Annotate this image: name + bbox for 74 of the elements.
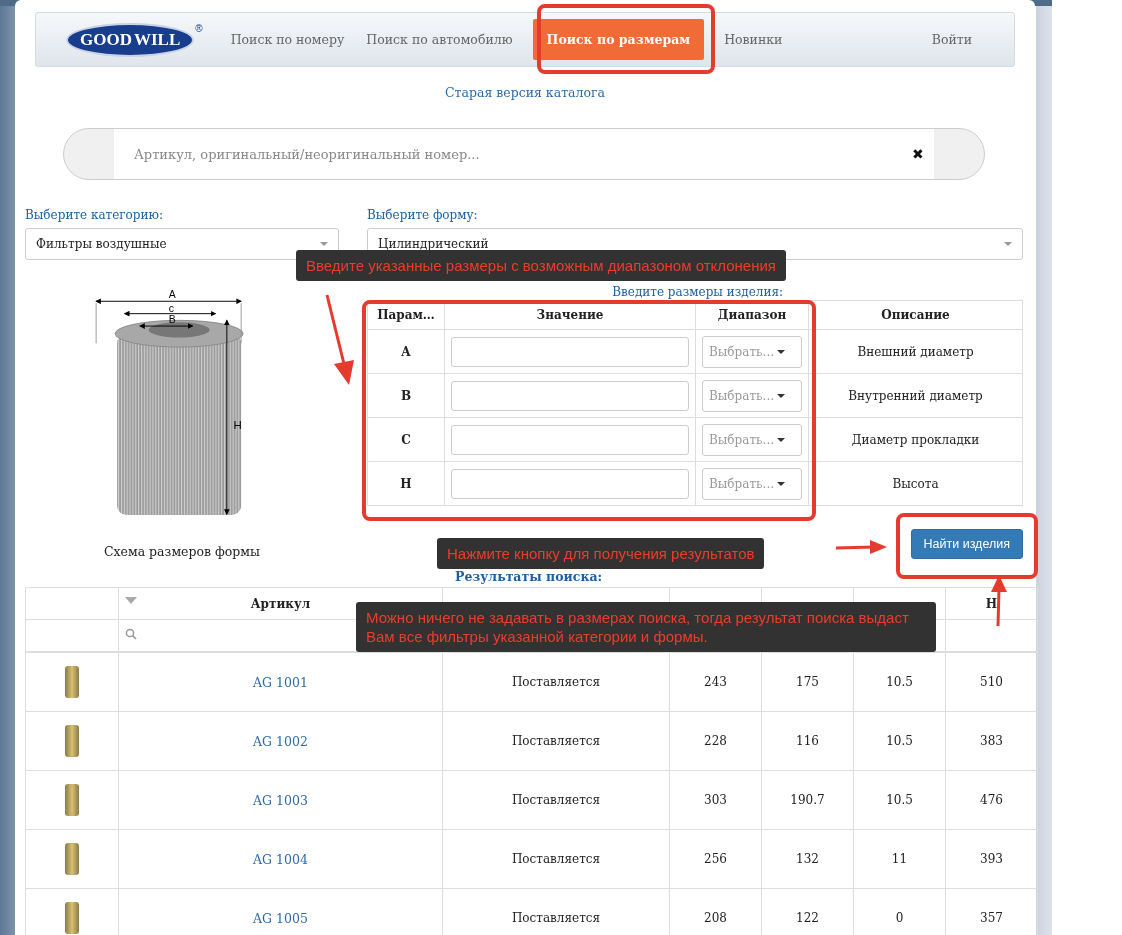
param-cell: A bbox=[367, 329, 445, 374]
registered-mark: ® bbox=[195, 22, 203, 34]
product-photo bbox=[65, 784, 79, 816]
section-label: Введите размеры изделия: bbox=[612, 285, 783, 299]
annotation-tooltip: Введите указанные размеры с возможным диапазоном отклонения bbox=[296, 250, 786, 281]
nav-link[interactable]: Поиск по размерам bbox=[532, 19, 705, 60]
range-dropdown[interactable]: Выбрать... bbox=[702, 379, 802, 412]
table-cell: 510 bbox=[945, 652, 1038, 712]
caret-icon bbox=[777, 437, 786, 442]
table-cell: 228 bbox=[669, 711, 762, 771]
product-photo bbox=[65, 725, 79, 757]
annotation-tooltip: Можно ничего не задавать в размерах поиска, тогда результат поиска выдаст Вам все фильтры указанной категории и формы. bbox=[356, 602, 936, 652]
range-dropdown[interactable]: Выбрать... bbox=[702, 423, 802, 456]
old-catalog-link[interactable]: Старая версия каталога bbox=[445, 85, 605, 100]
value-input[interactable] bbox=[451, 424, 689, 455]
nav-link[interactable]: Новинки bbox=[716, 19, 791, 60]
login-link[interactable]: Войти bbox=[923, 19, 980, 60]
field-label: Выберите форму: bbox=[367, 208, 479, 222]
article-link[interactable]: AG 1002 bbox=[253, 733, 308, 749]
param-cell: B bbox=[367, 373, 445, 418]
param-cell: C bbox=[367, 417, 445, 462]
product-photo bbox=[65, 902, 79, 934]
nav-link[interactable]: Поиск по автомобилю bbox=[358, 19, 521, 60]
value-input[interactable] bbox=[451, 380, 689, 411]
column-header: Артикул bbox=[250, 596, 311, 611]
field-label: Выберите категорию: bbox=[25, 208, 164, 222]
caret-icon bbox=[320, 242, 328, 246]
table-cell: 383 bbox=[945, 711, 1038, 771]
table-cell: 10.5 bbox=[853, 770, 946, 830]
range-dropdown[interactable]: Выбрать... bbox=[702, 467, 802, 500]
status-cell: Поставляется bbox=[442, 829, 670, 889]
table-cell: 393 bbox=[945, 829, 1038, 889]
table-cell: 476 bbox=[945, 770, 1038, 830]
column-header: Описание bbox=[808, 300, 1023, 330]
description-cell: Внутренний диаметр bbox=[808, 373, 1023, 418]
arrow bbox=[834, 538, 888, 556]
diagram-caption: Схема размеров формы bbox=[103, 544, 261, 559]
article-link[interactable]: AG 1003 bbox=[253, 792, 308, 808]
caret-icon bbox=[1004, 242, 1012, 246]
article-link[interactable]: AG 1004 bbox=[253, 851, 308, 867]
section-label: Результаты поиска: bbox=[455, 569, 603, 584]
table-cell: 132 bbox=[761, 829, 854, 889]
caret-icon bbox=[777, 349, 786, 354]
search-icon[interactable] bbox=[125, 628, 137, 640]
value-input[interactable] bbox=[451, 468, 689, 499]
clear-icon[interactable]: ✖ bbox=[912, 146, 924, 162]
status-cell: Поставляется bbox=[442, 711, 670, 771]
table-cell: 190.7 bbox=[761, 770, 854, 830]
nav-link[interactable]: Поиск по номеру bbox=[222, 19, 353, 60]
table-cell: 303 bbox=[669, 770, 762, 830]
status-cell: Поставляется bbox=[442, 770, 670, 830]
caret-icon bbox=[777, 481, 786, 486]
description-cell: Диаметр прокладки bbox=[808, 417, 1023, 462]
caret-icon bbox=[777, 393, 786, 398]
product-photo bbox=[65, 666, 79, 698]
table-cell: 116 bbox=[761, 711, 854, 771]
description-cell: Высота bbox=[808, 461, 1023, 506]
article-link[interactable]: AG 1001 bbox=[253, 674, 308, 690]
annotation-tooltip: Нажмите кнопку для получения результатов bbox=[437, 538, 765, 569]
find-button[interactable]: Найти изделия bbox=[910, 529, 1023, 559]
search-field[interactable]: Артикул, оригинальный/неоригинальный номер... ✖ bbox=[63, 128, 985, 180]
param-cell: H bbox=[367, 461, 445, 506]
description-cell: Внешний диаметр bbox=[808, 329, 1023, 374]
value-input[interactable] bbox=[451, 336, 689, 367]
logo-text: GOOD bbox=[80, 29, 132, 50]
filter-icon[interactable] bbox=[125, 597, 137, 604]
table-cell: 11 bbox=[853, 829, 946, 889]
range-dropdown[interactable]: Выбрать... bbox=[702, 335, 802, 368]
product-photo bbox=[65, 843, 79, 875]
article-link[interactable]: AG 1005 bbox=[253, 910, 308, 926]
table-cell: 10.5 bbox=[853, 711, 946, 771]
filter-dimension-drawing: A c B H bbox=[82, 286, 282, 536]
table-cell: 256 bbox=[669, 829, 762, 889]
logo-text: WILL bbox=[133, 29, 181, 50]
